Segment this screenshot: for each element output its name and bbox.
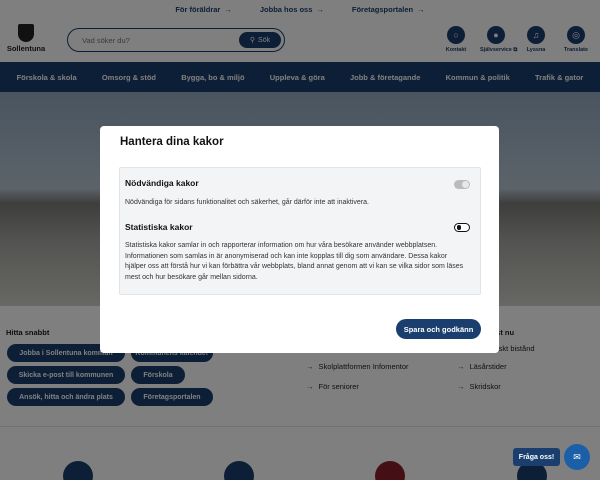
necessary-cookies-toggle: [454, 180, 470, 189]
cookie-category-necessary-title: Nödvändiga kakor: [125, 178, 199, 188]
toggle-knob: [456, 225, 461, 230]
cookie-category-statistics-description: Statistiska kakor samlar in och rapporte…: [125, 242, 464, 281]
modal-title: Hantera dina kakor: [120, 136, 224, 148]
chat-bubble-icon[interactable]: ✉: [564, 444, 590, 470]
chat-label[interactable]: Fråga oss!: [513, 448, 560, 466]
cookie-categories-panel: Nödvändiga kakor Nödvändiga för sidans f…: [119, 167, 481, 295]
toggle-knob: [462, 181, 469, 188]
cookie-category-necessary-description: Nödvändiga för sidans funktionalitet och…: [125, 199, 369, 206]
save-and-accept-button[interactable]: Spara och godkänn: [396, 319, 481, 339]
cookie-modal: Hantera dina kakor Nödvändiga kakor Nödv…: [100, 126, 499, 353]
cookie-category-statistics-title: Statistiska kakor: [125, 222, 193, 232]
statistics-cookies-toggle[interactable]: [454, 223, 470, 232]
